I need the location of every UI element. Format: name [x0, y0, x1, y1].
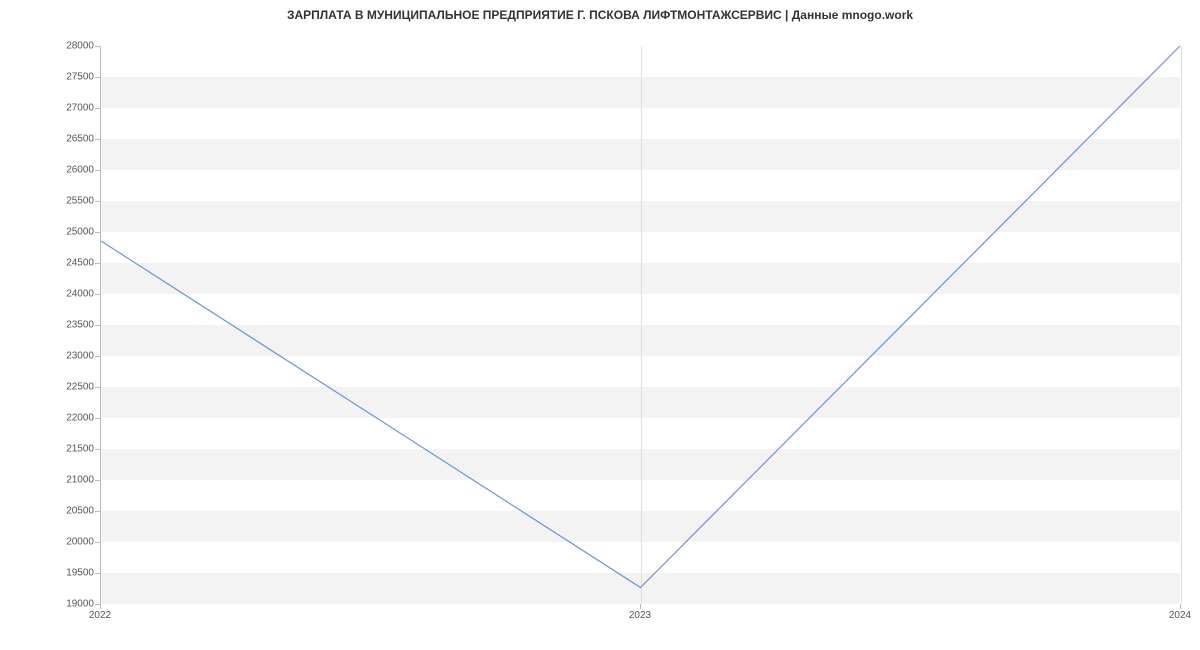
- x-tick-label: 2022: [89, 610, 111, 621]
- y-tick: [95, 542, 100, 543]
- y-tick: [95, 387, 100, 388]
- y-tick: [95, 480, 100, 481]
- y-tick-label: 20500: [34, 506, 94, 517]
- y-tick: [95, 108, 100, 109]
- x-tick: [640, 604, 641, 609]
- plot-area: [100, 46, 1180, 604]
- line-series-svg: [101, 46, 1180, 603]
- y-tick: [95, 263, 100, 264]
- y-tick-label: 26500: [34, 134, 94, 145]
- y-tick: [95, 573, 100, 574]
- x-tick: [1180, 604, 1181, 609]
- y-tick: [95, 325, 100, 326]
- y-tick-label: 25500: [34, 196, 94, 207]
- y-tick-label: 27000: [34, 103, 94, 114]
- y-tick: [95, 139, 100, 140]
- chart-title: ЗАРПЛАТА В МУНИЦИПАЛЬНОЕ ПРЕДПРИЯТИЕ Г. …: [0, 8, 1200, 22]
- y-tick: [95, 356, 100, 357]
- y-tick: [95, 294, 100, 295]
- y-tick-label: 22000: [34, 413, 94, 424]
- y-tick-label: 21000: [34, 475, 94, 486]
- y-tick: [95, 232, 100, 233]
- y-tick: [95, 418, 100, 419]
- x-gridline: [1181, 46, 1182, 603]
- y-tick: [95, 77, 100, 78]
- x-tick: [100, 604, 101, 609]
- chart-container: ЗАРПЛАТА В МУНИЦИПАЛЬНОЕ ПРЕДПРИЯТИЕ Г. …: [0, 0, 1200, 650]
- y-tick: [95, 46, 100, 47]
- y-tick: [95, 449, 100, 450]
- y-tick: [95, 170, 100, 171]
- y-tick-label: 23000: [34, 351, 94, 362]
- y-tick-label: 20000: [34, 537, 94, 548]
- y-tick-label: 24000: [34, 289, 94, 300]
- y-tick-label: 28000: [34, 41, 94, 52]
- y-tick-label: 19000: [34, 599, 94, 610]
- y-tick-label: 24500: [34, 258, 94, 269]
- y-tick: [95, 604, 100, 605]
- y-tick-label: 22500: [34, 382, 94, 393]
- y-tick-label: 23500: [34, 320, 94, 331]
- y-tick-label: 25000: [34, 227, 94, 238]
- x-tick-label: 2024: [1169, 610, 1191, 621]
- y-tick-label: 27500: [34, 72, 94, 83]
- y-tick-label: 21500: [34, 444, 94, 455]
- y-tick: [95, 511, 100, 512]
- x-tick-label: 2023: [629, 610, 651, 621]
- y-tick: [95, 201, 100, 202]
- line-series: [101, 46, 1180, 588]
- y-tick-label: 19500: [34, 568, 94, 579]
- y-tick-label: 26000: [34, 165, 94, 176]
